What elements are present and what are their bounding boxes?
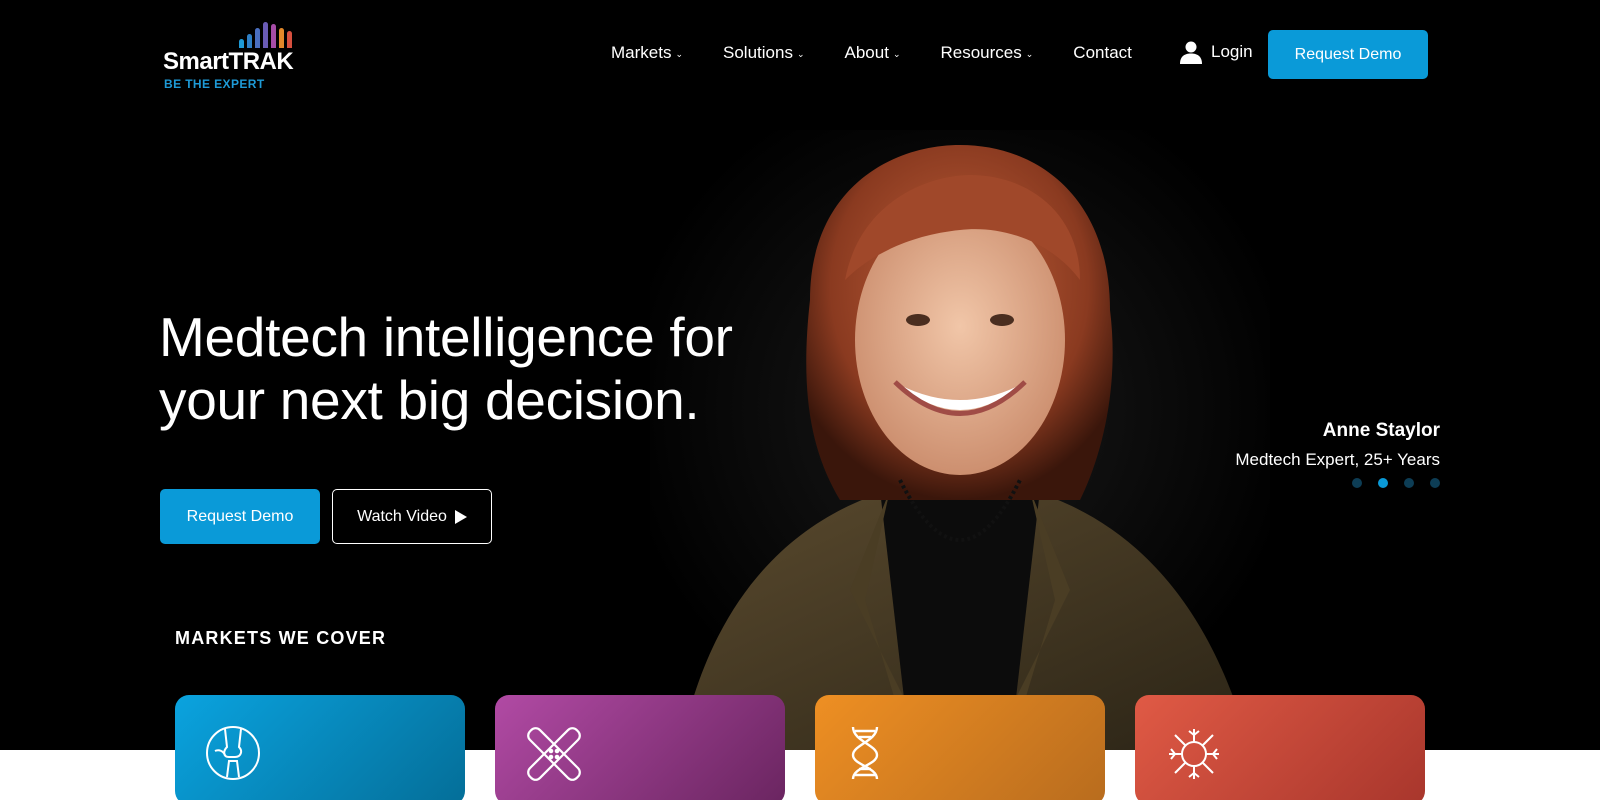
headline-line-2: your next big decision.: [159, 369, 700, 431]
login-link[interactable]: Login: [1179, 40, 1253, 64]
virus-icon: [1169, 729, 1219, 779]
nav-label: Contact: [1073, 43, 1132, 62]
nav-item-markets[interactable]: Markets ⌄: [611, 43, 683, 63]
headline-line-1: Medtech intelligence for: [159, 306, 733, 368]
play-icon: [454, 509, 467, 524]
nav-item-contact[interactable]: Contact: [1073, 43, 1132, 63]
logo-wordmark: SmartTRAK: [163, 48, 294, 75]
hero-headline: Medtech intelligence for your next big d…: [159, 306, 799, 432]
login-label: Login: [1211, 42, 1253, 61]
dna-icon: [851, 726, 879, 780]
nav-item-about[interactable]: About ⌄: [845, 43, 901, 63]
smarttrak-logo[interactable]: SmartTRAK BE THE EXPERT: [163, 22, 323, 94]
markets-cards: [175, 695, 1425, 800]
chevron-down-icon: ⌄: [796, 48, 805, 59]
nav-label: Solutions: [723, 43, 793, 62]
market-card-wound-care[interactable]: [495, 695, 785, 800]
watch-video-button[interactable]: Watch Video: [332, 489, 492, 544]
user-icon: [1180, 41, 1202, 64]
request-demo-nav-button[interactable]: Request Demo: [1268, 30, 1428, 79]
market-card-orthopedics[interactable]: [175, 695, 465, 800]
nav-item-solutions[interactable]: Solutions ⌄: [723, 43, 804, 63]
main-nav: Markets ⌄ Solutions ⌄ About ⌄ Resources …: [611, 42, 1162, 64]
nav-label: Markets: [611, 43, 672, 62]
hero-section: SmartTRAK BE THE EXPERT Markets ⌄ Soluti…: [0, 0, 1600, 750]
markets-section-title: MARKETS WE COVER: [175, 628, 387, 648]
bandage-icon: [527, 727, 581, 781]
market-card-neurology[interactable]: [1135, 695, 1425, 800]
market-card-genetics[interactable]: [815, 695, 1105, 800]
carousel-dot[interactable]: [1404, 478, 1414, 488]
knee-joint-icon: [206, 726, 260, 780]
nav-label: About: [844, 43, 889, 62]
carousel-dot-active[interactable]: [1378, 478, 1388, 488]
nav-item-resources[interactable]: Resources ⌄: [940, 43, 1033, 63]
carousel-dots: [1352, 478, 1440, 488]
nav-label: Resources: [940, 43, 1022, 62]
expert-name: Anne Staylor: [1322, 420, 1440, 441]
watch-video-label: Watch Video: [357, 507, 447, 525]
chevron-down-icon: ⌄: [1025, 48, 1034, 59]
expert-role: Medtech Expert, 25+ Years: [1235, 450, 1440, 469]
carousel-dot[interactable]: [1430, 478, 1440, 488]
request-demo-hero-button[interactable]: Request Demo: [160, 489, 320, 544]
expert-portrait-image: [650, 130, 1270, 750]
expert-caption: Anne Staylor Medtech Expert, 25+ Years: [1235, 420, 1440, 470]
logo-tagline: BE THE EXPERT: [164, 77, 265, 91]
chevron-down-icon: ⌄: [892, 48, 901, 59]
carousel-dot[interactable]: [1352, 478, 1362, 488]
logo-bars-icon: [239, 22, 292, 48]
chevron-down-icon: ⌄: [675, 48, 684, 59]
